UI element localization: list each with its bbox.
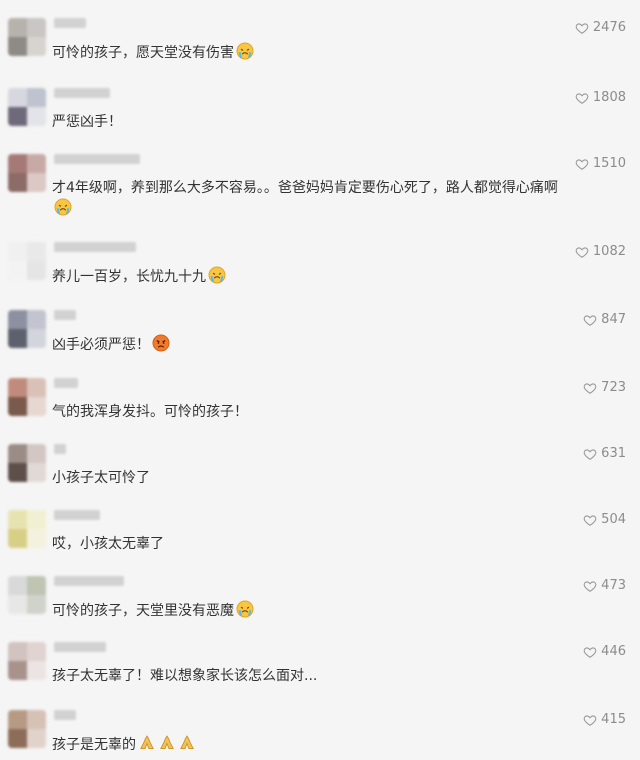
comment-item: 847 凶手必须严惩！ <box>0 310 640 356</box>
praying-hands-emoji-icon <box>160 735 174 749</box>
like-button[interactable]: 446 <box>583 644 626 659</box>
username[interactable] <box>54 576 124 586</box>
heart-icon <box>583 314 597 326</box>
avatar[interactable] <box>8 18 46 56</box>
username[interactable] <box>54 444 66 454</box>
avatar[interactable] <box>8 378 46 416</box>
comment-item: 1082 养儿一百岁，长忧九十九 <box>0 242 640 288</box>
username[interactable] <box>54 242 136 252</box>
avatar[interactable] <box>8 154 46 192</box>
comment-text: 小孩子太可怜了 <box>52 470 150 486</box>
like-button[interactable]: 1510 <box>575 156 626 171</box>
like-count: 847 <box>601 312 626 327</box>
like-button[interactable]: 504 <box>583 512 626 527</box>
comment-list: 2476 可怜的孩子，愿天堂没有伤害 1808 严惩凶手！ 1510 才4年级啊… <box>0 0 640 760</box>
like-button[interactable]: 847 <box>583 312 626 327</box>
like-button[interactable]: 723 <box>583 380 626 395</box>
heart-icon <box>575 158 589 170</box>
heart-icon <box>583 580 597 592</box>
like-count: 1808 <box>592 90 626 105</box>
comment-text: 可怜的孩子，愿天堂没有伤害 <box>52 42 612 63</box>
avatar[interactable] <box>8 710 46 748</box>
heart-icon <box>583 382 597 394</box>
like-button[interactable]: 2476 <box>575 20 626 35</box>
heart-icon <box>575 22 589 34</box>
like-button[interactable]: 1082 <box>575 244 626 259</box>
heart-icon <box>583 646 597 658</box>
comment-text: 才4年级啊，养到那么大多不容易。。爸爸妈妈肯定要伤心死了，路人都觉得心痛啊 <box>52 178 612 219</box>
comment-item: 415 孩子是无辜的 <box>0 710 640 756</box>
username[interactable] <box>54 310 76 320</box>
like-count: 1082 <box>592 244 626 259</box>
comment-text: 孩子太无辜了！难以想象家长该怎么面对... <box>52 668 318 684</box>
comment-text: 孩子是无辜的 <box>52 734 612 755</box>
username[interactable] <box>54 510 100 520</box>
like-count: 473 <box>601 578 626 593</box>
crying-face-emoji-icon <box>236 600 254 618</box>
praying-hands-emoji-icon <box>180 735 194 749</box>
like-count: 504 <box>601 512 626 527</box>
comment-text: 严惩凶手！ <box>52 114 122 130</box>
like-button[interactable]: 473 <box>583 578 626 593</box>
heart-icon <box>575 246 589 258</box>
comment-item: 473 可怜的孩子，天堂里没有恶魔 <box>0 576 640 622</box>
like-count: 415 <box>601 712 626 727</box>
comment-item: 446 孩子太无辜了！难以想象家长该怎么面对... <box>0 642 640 688</box>
comment-text: 凶手必须严惩！ <box>52 334 612 355</box>
praying-hands-emoji-icon <box>140 735 154 749</box>
avatar[interactable] <box>8 242 46 280</box>
comment-item: 1510 才4年级啊，养到那么大多不容易。。爸爸妈妈肯定要伤心死了，路人都觉得心… <box>0 154 640 220</box>
heart-icon <box>583 448 597 460</box>
like-button[interactable]: 1808 <box>575 90 626 105</box>
crying-face-emoji-icon <box>236 42 254 60</box>
username[interactable] <box>54 378 78 388</box>
avatar[interactable] <box>8 444 46 482</box>
angry-face-emoji-icon <box>152 334 170 352</box>
comment-item: 504 哎，小孩太无辜了 <box>0 510 640 552</box>
avatar[interactable] <box>8 576 46 614</box>
crying-face-emoji-icon <box>54 198 72 216</box>
username[interactable] <box>54 88 110 98</box>
avatar[interactable] <box>8 88 46 126</box>
username[interactable] <box>54 154 140 164</box>
comment-item: 1808 严惩凶手！ <box>0 88 640 130</box>
like-count: 1510 <box>592 156 626 171</box>
avatar[interactable] <box>8 642 46 680</box>
like-count: 631 <box>601 446 626 461</box>
username[interactable] <box>54 18 86 28</box>
like-count: 2476 <box>592 20 626 35</box>
comment-text: 哎，小孩太无辜了 <box>52 536 164 552</box>
heart-icon <box>583 714 597 726</box>
comment-text: 养儿一百岁，长忧九十九 <box>52 266 612 287</box>
avatar[interactable] <box>8 510 46 548</box>
like-count: 723 <box>601 380 626 395</box>
like-button[interactable]: 631 <box>583 446 626 461</box>
comment-item: 723 气的我浑身发抖。可怜的孩子！ <box>0 378 640 420</box>
crying-face-emoji-icon <box>208 266 226 284</box>
comment-text: 气的我浑身发抖。可怜的孩子！ <box>52 404 248 420</box>
heart-icon <box>583 514 597 526</box>
like-count: 446 <box>601 644 626 659</box>
heart-icon <box>575 92 589 104</box>
comment-text: 可怜的孩子，天堂里没有恶魔 <box>52 600 612 621</box>
like-button[interactable]: 415 <box>583 712 626 727</box>
comment-item: 2476 可怜的孩子，愿天堂没有伤害 <box>0 18 640 68</box>
avatar[interactable] <box>8 310 46 348</box>
username[interactable] <box>54 710 76 720</box>
username[interactable] <box>54 642 106 652</box>
comment-item: 631 小孩子太可怜了 <box>0 444 640 486</box>
